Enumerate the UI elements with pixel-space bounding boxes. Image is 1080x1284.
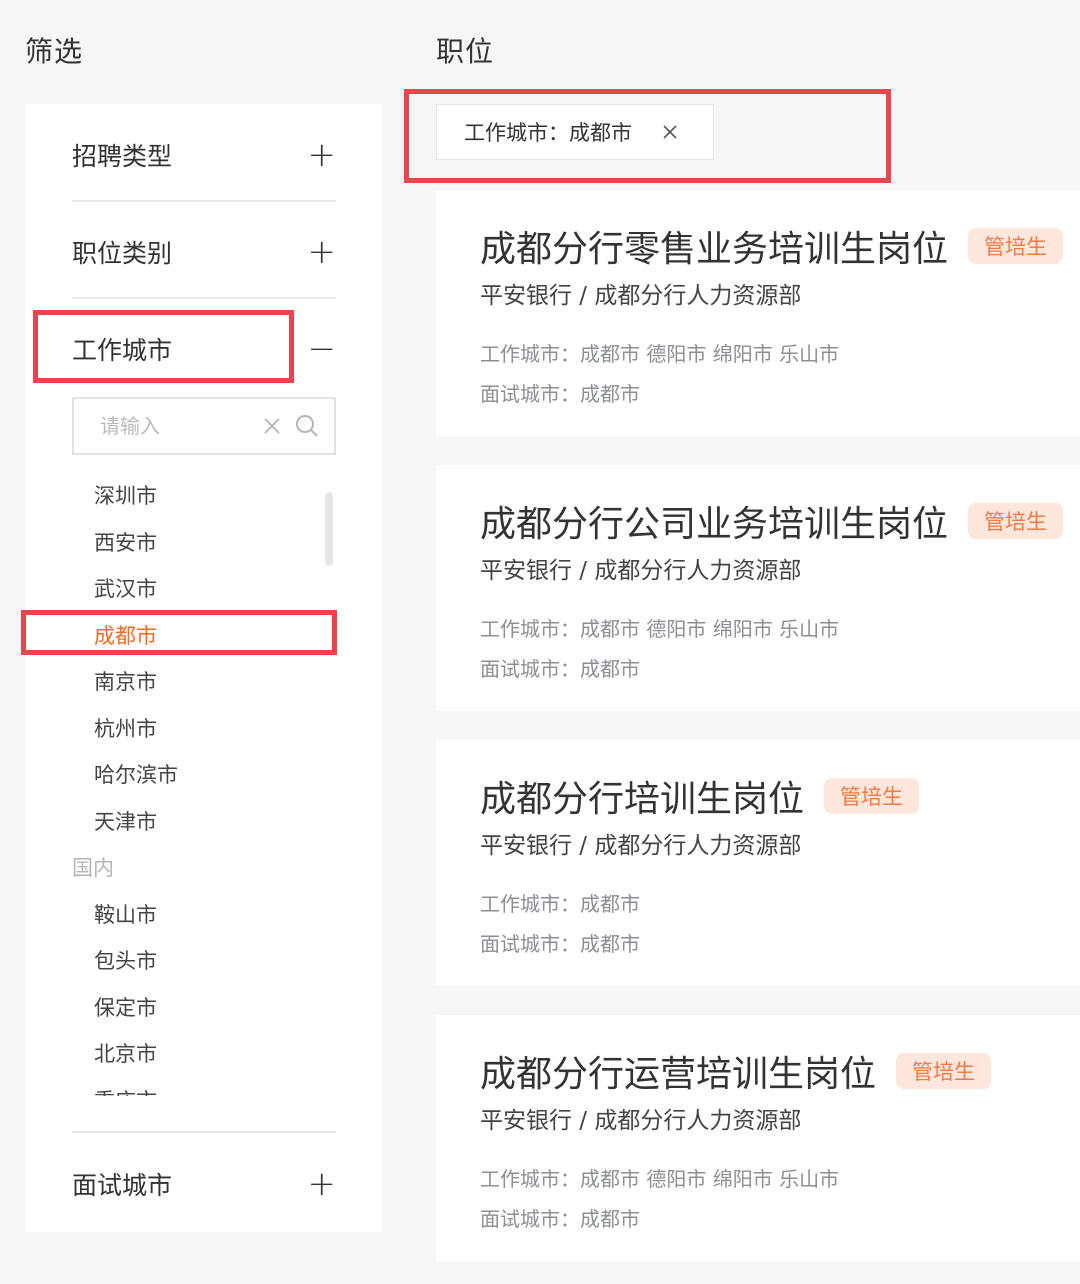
filter-group-label: 招聘类型: [72, 142, 173, 171]
city-option[interactable]: 西安市: [72, 519, 336, 566]
filter-group-job-category[interactable]: 职位类别 +: [72, 222, 336, 282]
job-interview-city: 面试城市：成都市: [480, 657, 640, 681]
filter-group-label: 面试城市: [72, 1171, 173, 1200]
job-badge: 管培生: [968, 503, 1064, 539]
job-interview-city: 面试城市：成都市: [480, 1207, 640, 1231]
filter-group-work-city[interactable]: 工作城市 −: [72, 319, 336, 379]
job-badge: 管培生: [824, 778, 920, 814]
job-work-city: 工作城市：成都市 德阳市 绵阳市 乐山市: [480, 617, 840, 641]
plus-icon[interactable]: +: [308, 138, 337, 172]
job-department: 平安银行 / 成都分行人力资源部: [480, 558, 802, 584]
job-interview-city: 面试城市：成都市: [480, 382, 640, 406]
filter-group-label: 工作城市: [72, 336, 173, 365]
job-title[interactable]: 成都分行公司业务培训生岗位: [480, 495, 948, 547]
job-card[interactable]: 成都分行零售业务培训生岗位 管培生 平安银行 / 成都分行人力资源部 工作城市：…: [436, 190, 1080, 436]
city-group-header: 国内: [72, 856, 114, 881]
city-option[interactable]: 深圳市: [72, 472, 336, 519]
job-badge: 管培生: [896, 1053, 992, 1089]
jobs-section-title: 职位: [436, 35, 495, 68]
search-icon[interactable]: [294, 413, 320, 439]
job-badge: 管培生: [968, 228, 1064, 264]
city-list-scrollbar[interactable]: [325, 492, 333, 566]
job-department: 平安银行 / 成都分行人力资源部: [480, 283, 802, 309]
job-work-city: 工作城市：成都市 德阳市 绵阳市 乐山市: [480, 342, 840, 366]
city-option[interactable]: 南京市: [72, 658, 336, 705]
filter-group-interview-city[interactable]: 面试城市 +: [72, 1154, 336, 1214]
filter-group-label: 职位类别: [72, 239, 173, 268]
city-option[interactable]: 哈尔滨市: [72, 751, 336, 798]
plus-icon[interactable]: +: [308, 235, 337, 269]
city-option[interactable]: 包头市: [72, 937, 336, 984]
city-list: 深圳市 西安市 武汉市 成都市 南京市 杭州市 哈尔滨市 天津市 国内 鞍山市 …: [72, 472, 336, 1096]
divider: [72, 297, 336, 299]
divider: [72, 1131, 336, 1133]
job-interview-city: 面试城市：成都市: [480, 932, 640, 956]
job-department: 平安银行 / 成都分行人力资源部: [480, 1108, 802, 1134]
minus-icon[interactable]: −: [308, 332, 337, 366]
job-title[interactable]: 成都分行运营培训生岗位: [480, 1045, 876, 1097]
active-filter-label: 工作城市：成都市: [464, 121, 632, 145]
city-option[interactable]: 武汉市: [72, 565, 336, 612]
job-card[interactable]: 成都分行培训生岗位 管培生 平安银行 / 成都分行人力资源部 工作城市：成都市 …: [436, 740, 1080, 986]
city-search-input[interactable]: [100, 414, 250, 438]
city-option[interactable]: 天津市: [72, 798, 336, 845]
city-option[interactable]: 鞍山市: [72, 891, 336, 938]
job-card[interactable]: 成都分行运营培训生岗位 管培生 平安银行 / 成都分行人力资源部 工作城市：成都…: [436, 1015, 1080, 1261]
city-option[interactable]: 重庆市: [72, 1077, 336, 1096]
job-department: 平安银行 / 成都分行人力资源部: [480, 833, 802, 859]
job-work-city: 工作城市：成都市: [480, 892, 640, 916]
filter-section-title: 筛选: [25, 35, 84, 68]
close-icon[interactable]: [661, 123, 679, 141]
job-card[interactable]: 成都分行公司业务培训生岗位 管培生 平安银行 / 成都分行人力资源部 工作城市：…: [436, 465, 1080, 711]
city-option[interactable]: 杭州市: [72, 705, 336, 752]
city-option-selected[interactable]: 成都市: [72, 612, 336, 659]
city-option[interactable]: 保定市: [72, 984, 336, 1031]
job-title[interactable]: 成都分行培训生岗位: [480, 770, 804, 822]
city-option[interactable]: 北京市: [72, 1030, 336, 1077]
divider: [72, 200, 336, 202]
city-search-box[interactable]: [72, 397, 336, 455]
clear-icon[interactable]: [260, 414, 284, 438]
filter-sidebar: 招聘类型 + 职位类别 + 工作城市 − 深圳市 西安市 武汉市 成都市 南京市…: [25, 104, 382, 1232]
plus-icon[interactable]: +: [308, 1167, 337, 1201]
active-filter-tag: 工作城市：成都市: [436, 104, 714, 160]
job-work-city: 工作城市：成都市 德阳市 绵阳市 乐山市: [480, 1167, 840, 1191]
filter-group-recruit-type[interactable]: 招聘类型 +: [72, 125, 336, 185]
job-title[interactable]: 成都分行零售业务培训生岗位: [480, 220, 948, 272]
